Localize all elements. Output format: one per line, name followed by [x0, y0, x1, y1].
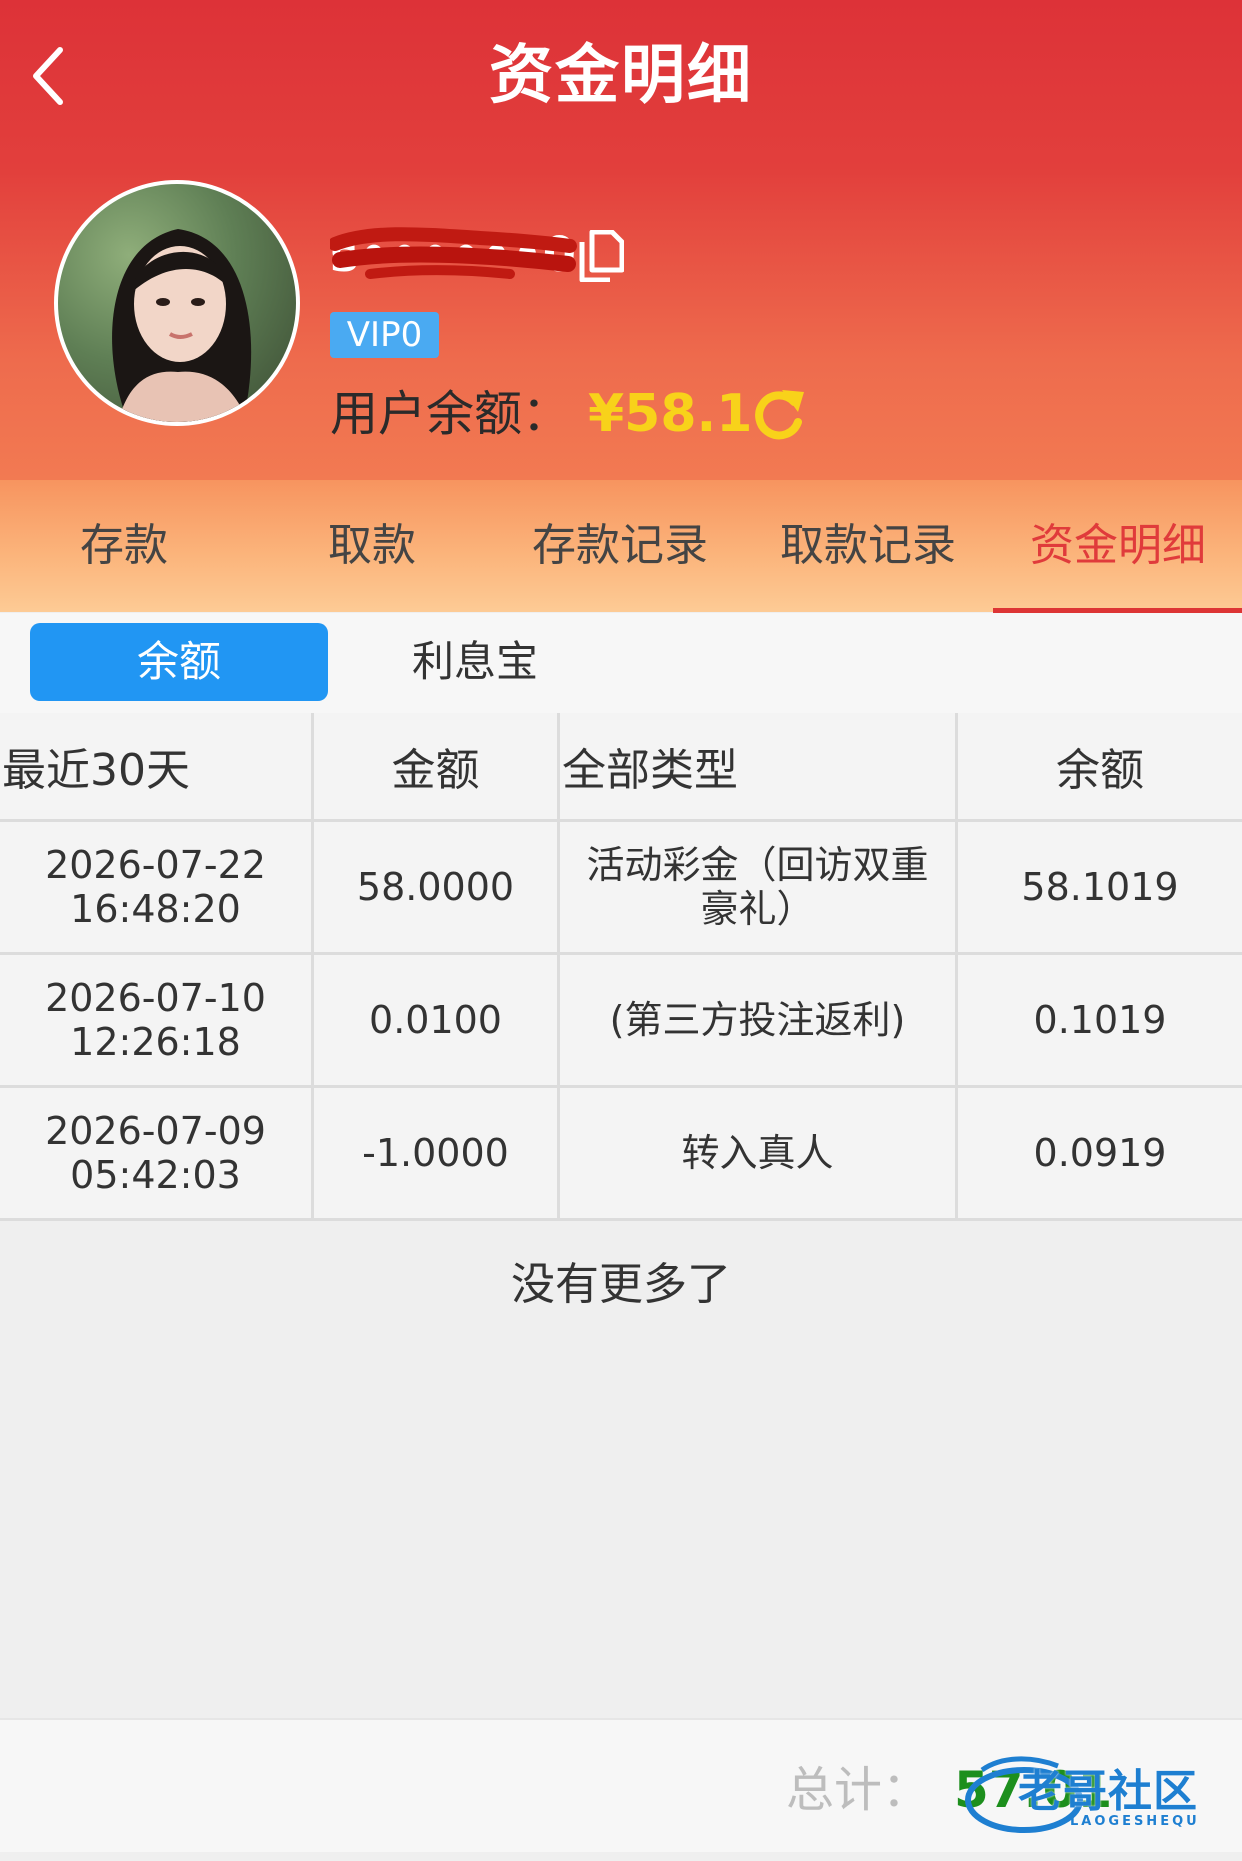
no-more-text: 没有更多了	[511, 1259, 731, 1310]
balance-label: 用户余额：	[330, 386, 571, 442]
refresh-icon[interactable]	[752, 386, 806, 442]
row-datetime: 2026-07-10 12:26:18	[0, 955, 314, 1085]
row-type-text: 活动彩金（回访双重豪礼）	[586, 843, 929, 931]
watermark-name: 老哥社区	[1018, 1766, 1198, 1817]
total-label: 总计：	[786, 1762, 931, 1818]
row-type: (第三方投注返利)	[560, 955, 958, 1085]
tab-deposit[interactable]: 存款	[14, 480, 234, 612]
row-time: 16:48:20	[70, 887, 241, 931]
row-type: 转入真人	[560, 1088, 958, 1218]
header: 资金明细 s••••••0 VIP0 用户余额： ¥58.1	[0, 0, 1242, 480]
footer-total-bar: 总计： 57.01 老哥社区 LAOGESHEQU	[0, 1718, 1242, 1852]
table-row: 2026-07-10 12:26:18 0.0100 (第三方投注返利) 0.10…	[0, 955, 1242, 1088]
sub-tabs: 余额 利息宝	[0, 613, 1242, 713]
tab-withdraw[interactable]: 取款	[262, 480, 482, 612]
row-time: 05:42:03	[70, 1153, 241, 1197]
filter-date-range[interactable]: 最近30天	[0, 713, 314, 819]
row-amount: 0.0100	[314, 955, 560, 1085]
fund-details-table: 最近30天 金额 全部类型 余额 2026-07-22 16:48:20 58.0…	[0, 713, 1242, 1221]
row-date: 2026-07-22	[45, 843, 266, 887]
subtab-balance[interactable]: 余额	[30, 623, 328, 701]
row-amount: -1.0000	[314, 1088, 560, 1218]
row-datetime: 2026-07-22 16:48:20	[0, 822, 314, 952]
copy-icon[interactable]	[578, 230, 624, 282]
row-date: 2026-07-09	[45, 1109, 266, 1153]
balance-value: ¥58.1	[588, 384, 753, 444]
avatar-portrait-icon	[112, 229, 252, 422]
vip-badge: VIP0	[330, 312, 439, 358]
subtab-interest[interactable]: 利息宝	[360, 623, 590, 701]
row-balance: 58.1019	[1021, 865, 1179, 909]
table-row: 2026-07-22 16:48:20 58.0000 活动彩金（回访双重豪礼） …	[0, 822, 1242, 955]
redaction-scribble	[330, 227, 577, 279]
nav-tabbar: 存款 取款 存款记录 取款记录 资金明细	[0, 480, 1242, 612]
row-type: 活动彩金（回访双重豪礼）	[560, 822, 958, 952]
row-amount: 58.0000	[314, 822, 560, 952]
row-balance: 0.0919	[1033, 1131, 1167, 1175]
column-balance: 余额	[1056, 745, 1144, 796]
row-balance: 0.1019	[1033, 998, 1167, 1042]
table-header-row: 最近30天 金额 全部类型 余额	[0, 713, 1242, 822]
watermark-subtitle: LAOGESHEQU	[1070, 1814, 1200, 1829]
row-time: 12:26:18	[70, 1020, 241, 1064]
column-amount: 金额	[314, 713, 560, 819]
tab-withdraw-records[interactable]: 取款记录	[758, 480, 978, 612]
row-datetime: 2026-07-09 05:42:03	[0, 1088, 314, 1218]
row-date: 2026-07-10	[45, 976, 266, 1020]
page-title: 资金明细	[489, 39, 753, 113]
table-row: 2026-07-09 05:42:03 -1.0000 转入真人 0.0919	[0, 1088, 1242, 1221]
tab-deposit-records[interactable]: 存款记录	[510, 480, 730, 612]
tab-fund-details[interactable]: 资金明细	[1006, 480, 1230, 612]
username: s••••••0	[330, 224, 580, 286]
filter-type[interactable]: 全部类型	[560, 713, 958, 819]
avatar[interactable]	[54, 180, 300, 426]
